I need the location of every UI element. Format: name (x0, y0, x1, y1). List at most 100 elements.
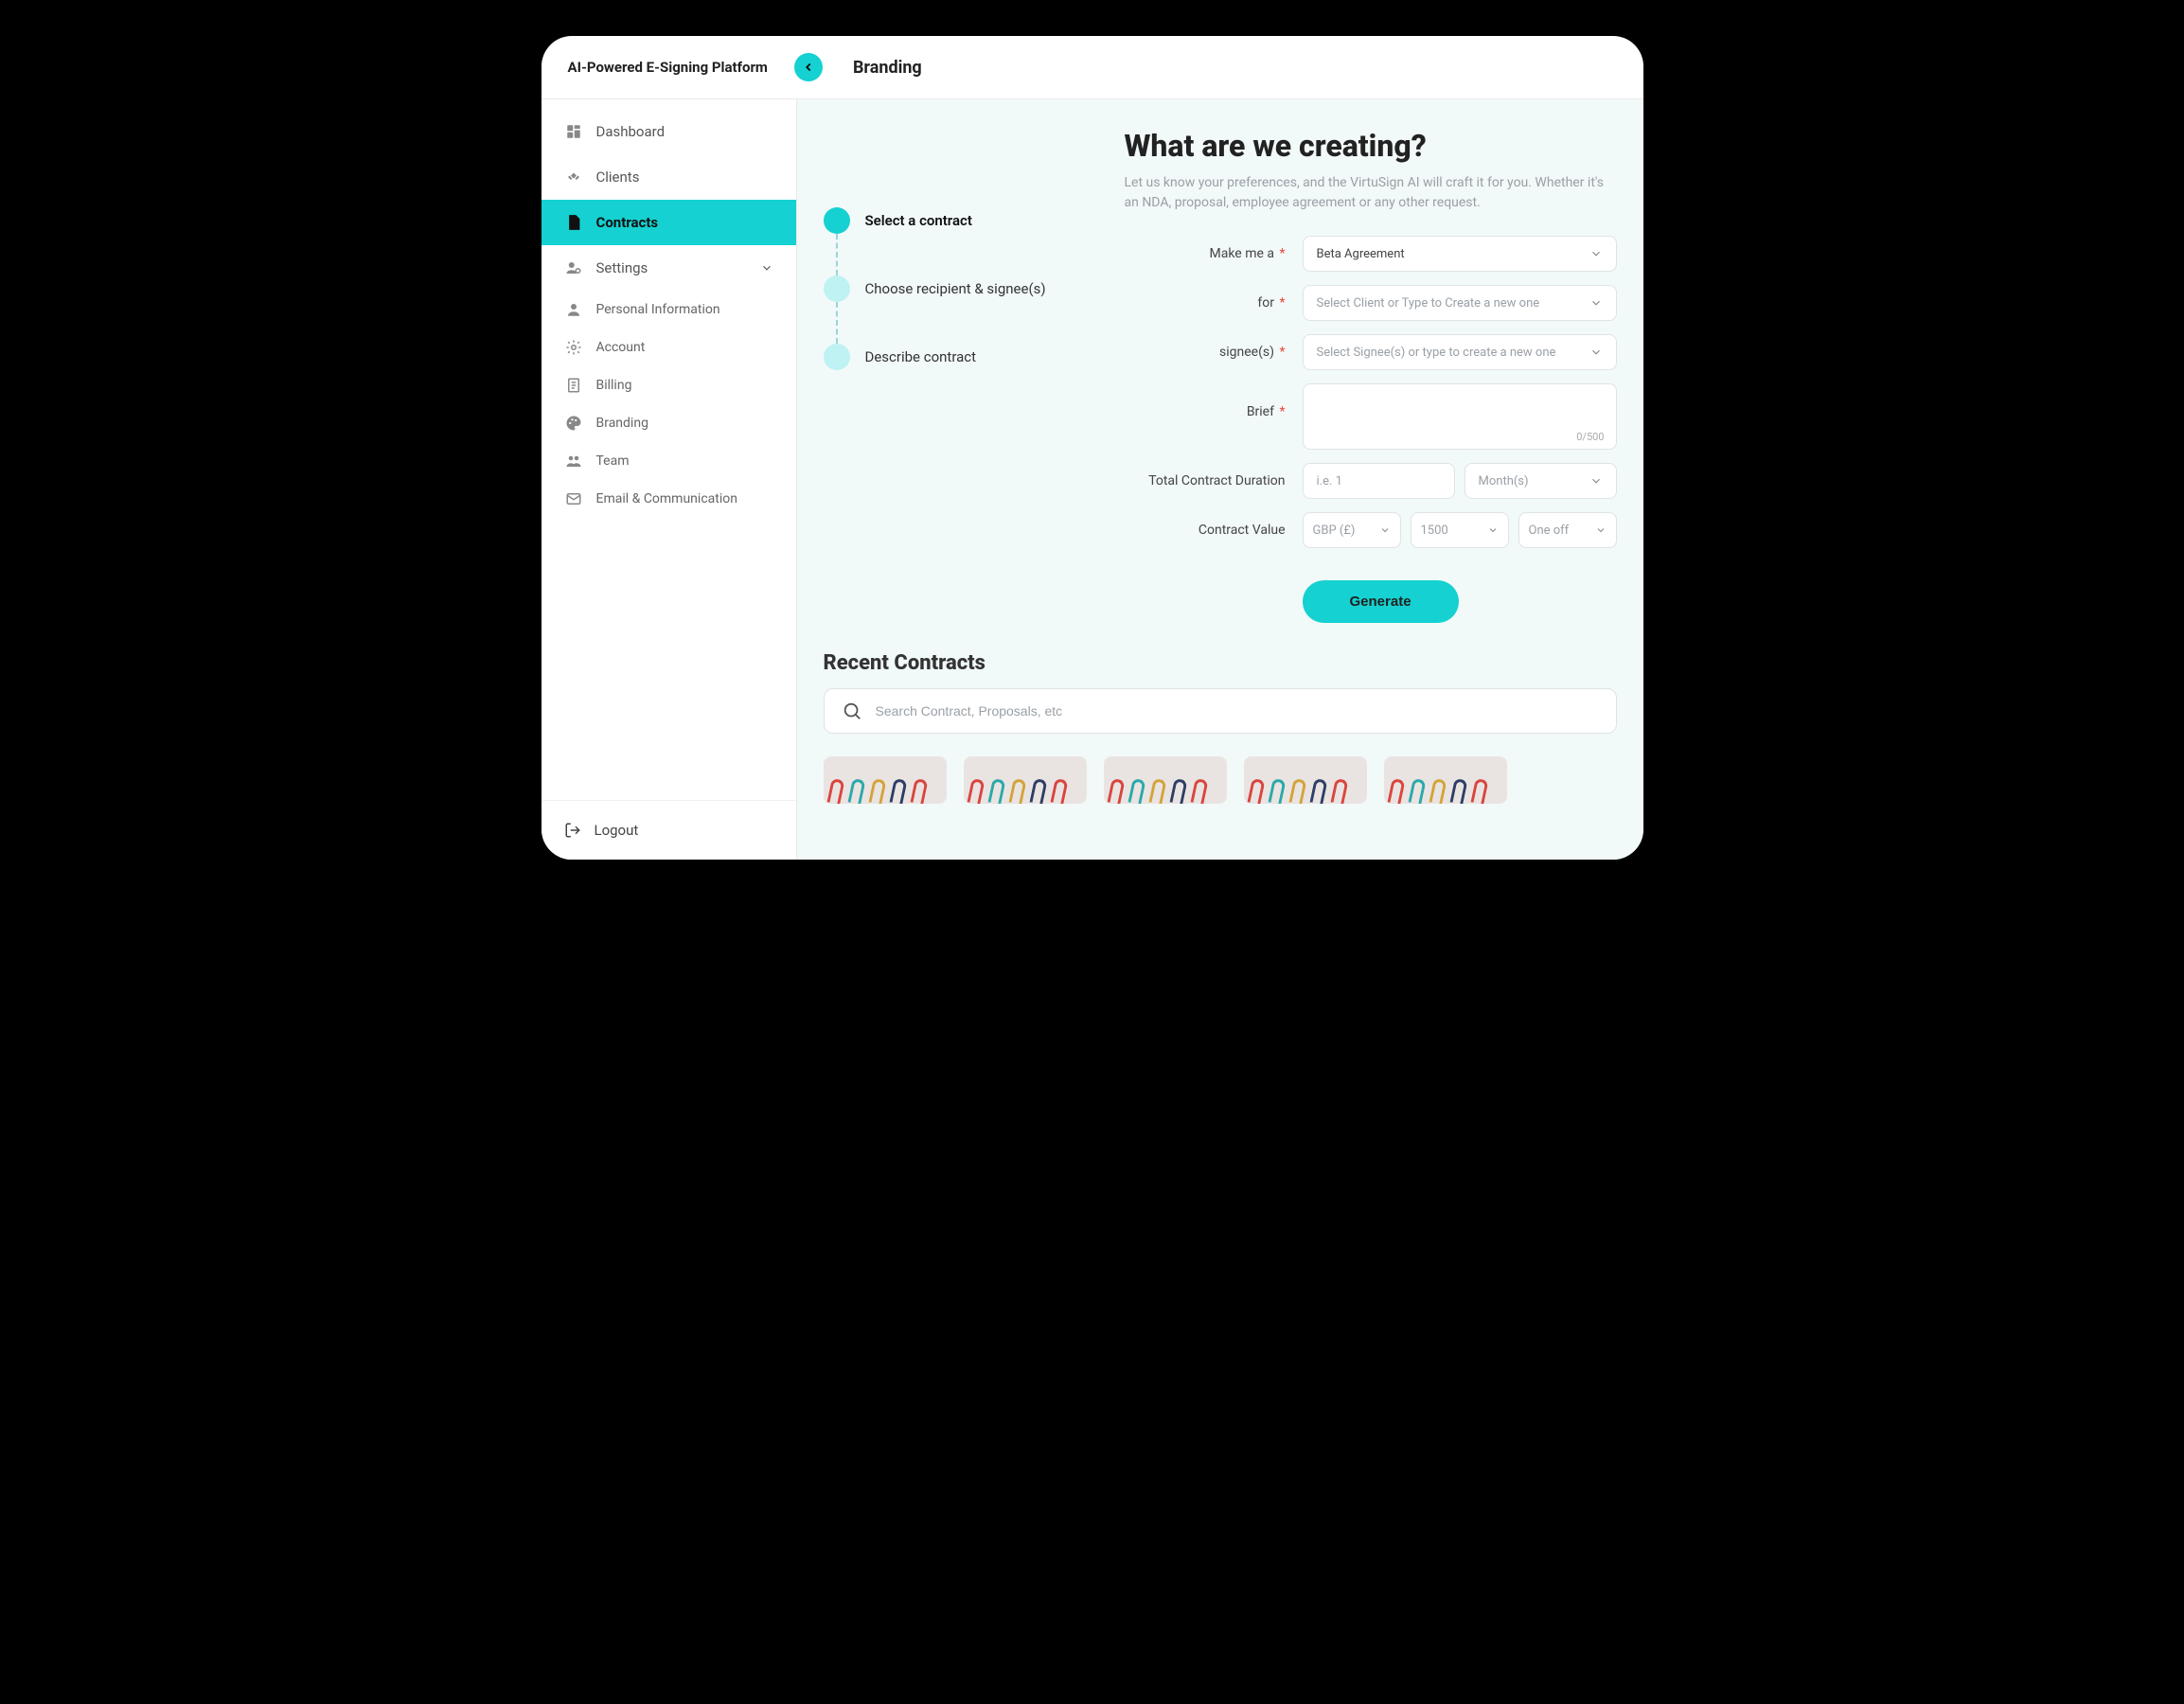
back-button[interactable] (794, 53, 823, 81)
chevron-left-icon (802, 61, 815, 74)
tablet-frame: AI-Powered E-Signing Platform Branding D… (524, 19, 1660, 877)
row-contract-value: Contract Value GBP (£) 1500 (1125, 512, 1617, 548)
sidebar-item-label: Dashboard (596, 123, 666, 140)
step-label: Select a contract (865, 212, 972, 229)
paperclips-icon (969, 779, 1066, 804)
body: Dashboard Clients Contracts (542, 99, 1643, 860)
label-brief: Brief * (1125, 383, 1286, 419)
sidebar-item-label: Team (596, 453, 630, 469)
dashboard-icon (564, 122, 583, 141)
label-signee: signee(s) * (1125, 345, 1286, 360)
search-input[interactable] (876, 703, 1599, 719)
user-icon (564, 300, 583, 319)
input-placeholder: i.e. 1 (1317, 474, 1342, 488)
sidebar-item-dashboard[interactable]: Dashboard (542, 109, 796, 154)
contract-card[interactable] (1384, 756, 1507, 804)
row-for-client: for * Select Client or Type to Create a … (1125, 285, 1617, 321)
step-describe-contract[interactable]: Describe contract (824, 344, 1065, 370)
select-value: One off (1529, 524, 1570, 538)
label-contract-value: Contract Value (1125, 523, 1286, 538)
sidebar-item-settings[interactable]: Settings (542, 245, 796, 291)
hero: Select a contract Choose recipient & sig… (797, 99, 1643, 632)
row-duration: Total Contract Duration i.e. 1 Month(s) (1125, 463, 1617, 499)
nav: Dashboard Clients Contracts (542, 99, 796, 518)
step-select-contract[interactable]: Select a contract (824, 207, 1065, 234)
chevron-down-icon (1595, 524, 1607, 536)
select-signee[interactable]: Select Signee(s) or type to create a new… (1303, 334, 1617, 370)
app-title: AI-Powered E-Signing Platform (568, 59, 768, 76)
hero-subtext: Let us know your preferences, and the Vi… (1125, 173, 1617, 213)
sidebar-item-label: Clients (596, 169, 640, 186)
generate-button[interactable]: Generate (1303, 580, 1459, 623)
sidebar-item-clients[interactable]: Clients (542, 154, 796, 200)
contract-card[interactable] (824, 756, 947, 804)
contract-card[interactable] (1104, 756, 1227, 804)
label-for: for * (1125, 295, 1286, 311)
step-dot-icon (824, 344, 850, 370)
label-text: Brief (1247, 404, 1274, 419)
label-text: for (1257, 295, 1274, 311)
hero-heading: What are we creating? (1125, 128, 1617, 164)
document-icon (564, 213, 583, 232)
logout-icon (564, 822, 581, 839)
sidebar-item-label: Email & Communication (596, 491, 737, 506)
settings-user-icon (564, 258, 583, 277)
char-count: 0/500 (1576, 431, 1604, 443)
row-signee: signee(s) * Select Signee(s) or type to … (1125, 334, 1617, 370)
steps: Select a contract Choose recipient & sig… (824, 128, 1065, 623)
select-contract-type[interactable]: Beta Agreement (1303, 236, 1617, 272)
label-text: Make me a (1210, 246, 1274, 261)
select-duration-unit[interactable]: Month(s) (1465, 463, 1617, 499)
sidebar-item-label: Contracts (596, 214, 659, 231)
chevron-down-icon (1589, 346, 1603, 359)
contract-card[interactable] (1244, 756, 1367, 804)
topbar: AI-Powered E-Signing Platform Branding (542, 36, 1643, 99)
chevron-down-icon (1487, 524, 1499, 536)
input-value: 1500 (1421, 524, 1448, 538)
step-dot-icon (824, 207, 850, 234)
step-label: Choose recipient & signee(s) (865, 280, 1046, 297)
sidebar-item-account[interactable]: Account (542, 328, 796, 366)
envelope-icon (564, 489, 583, 508)
select-client[interactable]: Select Client or Type to Create a new on… (1303, 285, 1617, 321)
handshake-icon (564, 168, 583, 186)
paperclips-icon (1110, 779, 1206, 804)
sidebar-item-email-comm[interactable]: Email & Communication (542, 480, 796, 518)
main-content: Select a contract Choose recipient & sig… (797, 99, 1643, 860)
gear-icon (564, 338, 583, 357)
logout-button[interactable]: Logout (542, 800, 796, 860)
textarea-brief[interactable]: 0/500 (1303, 383, 1617, 450)
recent-title: Recent Contracts (824, 651, 1617, 675)
sidebar-item-branding[interactable]: Branding (542, 404, 796, 442)
sidebar-item-label: Billing (596, 378, 632, 393)
sidebar-item-personal-info[interactable]: Personal Information (542, 291, 796, 328)
step-choose-recipient[interactable]: Choose recipient & signee(s) (824, 275, 1065, 302)
sidebar-item-label: Account (596, 340, 646, 355)
chevron-down-icon (1589, 247, 1603, 260)
receipt-icon (564, 376, 583, 395)
search-icon (842, 701, 862, 721)
recent-cards (824, 756, 1617, 804)
search-bar (824, 688, 1617, 734)
contract-card[interactable] (964, 756, 1087, 804)
logout-label: Logout (595, 822, 639, 839)
select-frequency[interactable]: One off (1518, 512, 1617, 548)
input-amount[interactable]: 1500 (1411, 512, 1509, 548)
paperclips-icon (1250, 779, 1346, 804)
sidebar-item-label: Personal Information (596, 302, 720, 317)
sidebar-item-team[interactable]: Team (542, 442, 796, 480)
select-currency[interactable]: GBP (£) (1303, 512, 1401, 548)
sidebar-item-label: Settings (596, 259, 648, 276)
step-connector (836, 234, 838, 275)
input-duration[interactable]: i.e. 1 (1303, 463, 1455, 499)
label-make-me-a: Make me a * (1125, 246, 1286, 261)
sidebar: Dashboard Clients Contracts (542, 99, 797, 860)
select-placeholder: Select Client or Type to Create a new on… (1317, 296, 1540, 311)
step-connector (836, 302, 838, 344)
select-placeholder: Select Signee(s) or type to create a new… (1317, 346, 1556, 360)
row-brief: Brief * 0/500 (1125, 383, 1617, 450)
recent-section: Recent Contracts (797, 632, 1643, 804)
sidebar-item-contracts[interactable]: Contracts (542, 200, 796, 245)
sidebar-item-billing[interactable]: Billing (542, 366, 796, 404)
step-label: Describe contract (865, 348, 977, 365)
